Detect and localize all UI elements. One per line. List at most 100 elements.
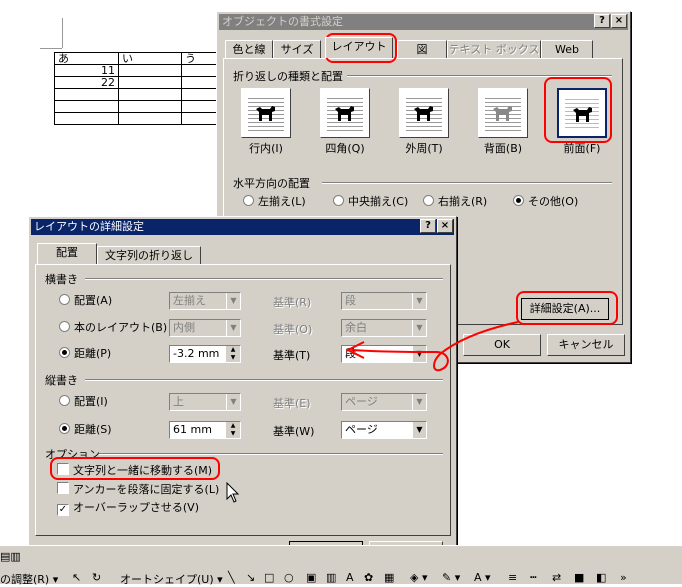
halign-other-radio[interactable]: その他(O)	[513, 195, 578, 208]
checkbox-label: 文字列と一緒に移動する(M)	[73, 464, 213, 477]
detail-dialog-close-button[interactable]: ×	[437, 219, 453, 233]
radio-dot	[59, 294, 70, 305]
v-align-select[interactable]: 上 ▼	[169, 393, 241, 411]
spinner-arrows-icon[interactable]: ▲ ▼	[226, 422, 240, 438]
dash-style-icon[interactable]: ┅	[530, 571, 537, 584]
lock-anchor-checkbox[interactable]: アンカーを段落に固定する(L)	[57, 482, 219, 496]
format-dialog-help-button[interactable]: ?	[594, 14, 610, 28]
tab-textbox[interactable]: テキスト ボックス	[447, 40, 541, 58]
oval-icon[interactable]: ○	[284, 571, 294, 584]
textbox-icon[interactable]: ▣	[306, 571, 316, 584]
h-align-radio[interactable]: 配置(A)	[59, 294, 112, 307]
tab-size[interactable]: サイズ	[273, 40, 321, 58]
h-distance-radio[interactable]: 距離(P)	[59, 347, 111, 360]
tab-web[interactable]: Web	[541, 40, 593, 58]
table-cell[interactable]	[54, 100, 119, 113]
3d-icon[interactable]: ◧	[596, 571, 606, 584]
more-buttons-icon[interactable]: »	[620, 571, 627, 584]
radio-label: 右揃え(R)	[438, 195, 488, 208]
move-with-text-checkbox[interactable]: 文字列と一緒に移動する(M)	[57, 463, 212, 477]
h-align-select[interactable]: 左揃え ▼	[169, 292, 241, 310]
radio-label: 左揃え(L)	[258, 195, 306, 208]
page-corner-mark	[62, 18, 63, 48]
tab-color-line[interactable]: 色と線	[225, 40, 273, 58]
tab-picture[interactable]: 図	[397, 40, 447, 58]
chevron-down-icon[interactable]: ▼	[226, 320, 240, 336]
checkbox-box	[57, 482, 69, 494]
allow-overlap-checkbox[interactable]: ✓ オーバーラップさせる(V)	[57, 501, 199, 516]
chevron-down-icon[interactable]: ▼	[412, 293, 426, 309]
select-value: 左揃え	[173, 294, 206, 307]
detail-settings-button[interactable]: 詳細設定(A)...	[521, 298, 609, 320]
radio-label: 本のレイアウト(B)	[74, 321, 168, 334]
wrap-front-button[interactable]	[557, 88, 607, 138]
wrap-inline-button[interactable]	[241, 88, 291, 138]
picture-icon[interactable]: ▦	[384, 571, 394, 584]
table-header-cell[interactable]: い	[118, 52, 182, 65]
v-distance-ref-select[interactable]: ページ ▼	[341, 421, 427, 439]
h-book-radio[interactable]: 本のレイアウト(B)	[59, 321, 167, 334]
clipart-icon[interactable]: ✿	[364, 571, 373, 584]
options-group-label: オプション	[45, 448, 100, 461]
radio-dot	[243, 195, 254, 206]
table-cell[interactable]	[118, 112, 182, 125]
line-icon[interactable]: ╲	[228, 571, 235, 584]
table-row: 22	[54, 76, 229, 89]
h-book-select[interactable]: 内側 ▼	[169, 319, 241, 337]
autoshape-menu[interactable]: オートシェイプ(U) ▾	[120, 571, 223, 587]
fill-color-icon[interactable]: ◈ ▾	[410, 571, 427, 584]
wrap-behind-button[interactable]	[478, 88, 528, 138]
line-style-icon[interactable]: ≡	[508, 571, 517, 584]
radio-dot	[513, 195, 524, 206]
v-distance-input[interactable]: 61 mm ▲ ▼	[169, 421, 241, 439]
adjust-menu[interactable]: の調整(R) ▾	[0, 571, 58, 587]
wrap-square-button[interactable]	[320, 88, 370, 138]
arrow-icon[interactable]: ↘	[246, 571, 255, 584]
table-cell[interactable]	[54, 88, 119, 101]
format-dialog-close-button[interactable]: ×	[611, 14, 627, 28]
rotate-icon[interactable]: ↻	[92, 571, 101, 584]
line-color-icon[interactable]: ✎ ▾	[442, 571, 460, 584]
table-cell[interactable]	[118, 88, 182, 101]
select-value: 内側	[173, 321, 195, 334]
halign-right-radio[interactable]: 右揃え(R)	[423, 195, 487, 208]
table-cell[interactable]	[118, 76, 182, 89]
chevron-down-icon[interactable]: ▼	[226, 293, 240, 309]
radio-dot	[59, 321, 70, 332]
halign-left-radio[interactable]: 左揃え(L)	[243, 195, 306, 208]
format-cancel-button[interactable]: キャンセル	[547, 334, 625, 356]
select-arrow-icon[interactable]: ↖	[72, 571, 81, 584]
check-icon: ✓	[57, 504, 69, 516]
horizontal-group-separator	[85, 278, 443, 280]
wrap-tight-button[interactable]	[399, 88, 449, 138]
chevron-down-icon[interactable]: ▼	[226, 394, 240, 410]
table-cell[interactable]: 11	[54, 64, 119, 77]
v-align-ref-select[interactable]: ページ ▼	[341, 393, 427, 411]
chevron-down-icon[interactable]: ▼	[412, 394, 426, 410]
font-color-icon[interactable]: A ▾	[474, 571, 491, 584]
dog-icon	[414, 106, 433, 121]
table-cell[interactable]	[54, 112, 119, 125]
spinner-arrows-icon[interactable]: ▲ ▼	[226, 346, 240, 362]
v-align-radio[interactable]: 配置(I)	[59, 395, 108, 408]
input-value: -3.2 mm	[173, 347, 220, 360]
wrap-group-label: 折り返しの種類と配置	[233, 70, 343, 83]
table-header-cell[interactable]: あ	[54, 52, 119, 65]
halign-center-radio[interactable]: 中央揃え(C)	[333, 195, 408, 208]
table-cell[interactable]	[118, 64, 182, 77]
shadow-icon[interactable]: ■	[574, 571, 584, 584]
h-align-ref-select[interactable]: 段 ▼	[341, 292, 427, 310]
wordart-icon[interactable]: A	[346, 571, 354, 584]
tab-layout[interactable]: レイアウト	[325, 37, 393, 58]
h-distance-input[interactable]: -3.2 mm ▲ ▼	[169, 345, 241, 363]
vertical-textbox-icon[interactable]: ▥	[326, 571, 336, 584]
rectangle-icon[interactable]: □	[264, 571, 274, 584]
arrow-style-icon[interactable]: ⇄	[552, 571, 561, 584]
tab-position[interactable]: 配置	[37, 243, 97, 264]
v-distance-radio[interactable]: 距離(S)	[59, 423, 112, 436]
table-cell[interactable]	[118, 100, 182, 113]
table-cell[interactable]: 22	[54, 76, 119, 89]
tab-text-wrapping[interactable]: 文字列の折り返し	[97, 246, 201, 264]
detail-dialog-help-button[interactable]: ?	[420, 219, 436, 233]
chevron-down-icon[interactable]: ▼	[412, 422, 426, 438]
